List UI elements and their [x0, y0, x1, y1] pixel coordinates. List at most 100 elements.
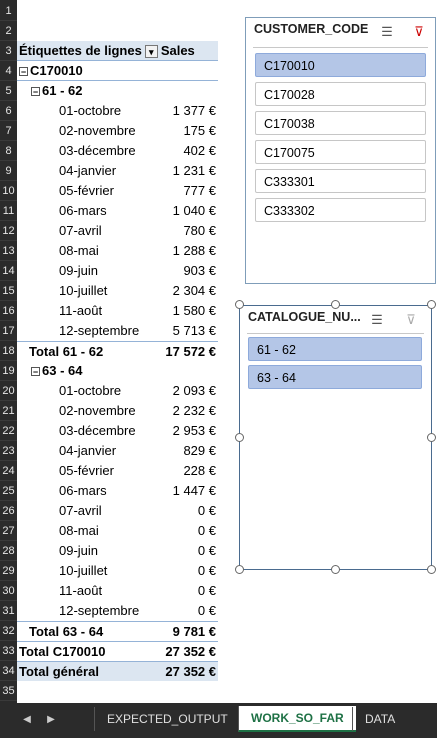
customer-total-row[interactable]: Total C170010 27 352 €	[17, 641, 218, 661]
month-row[interactable]: 10-juillet 2 304 €	[17, 281, 218, 301]
row-number[interactable]: 24	[0, 461, 17, 481]
catalogue-group-row[interactable]: −63 - 64	[17, 361, 218, 381]
resize-handle[interactable]	[235, 300, 244, 309]
row-label: 09-juin	[59, 263, 99, 278]
clear-filter-icon[interactable]: ⊽	[408, 22, 430, 42]
month-row[interactable]: 08-mai 1 288 €	[17, 241, 218, 261]
month-row[interactable]: 05-février 228 €	[17, 461, 218, 481]
month-row[interactable]: 07-avril 0 €	[17, 501, 218, 521]
month-row[interactable]: 09-juin 903 €	[17, 261, 218, 281]
catalogue-group-row[interactable]: −61 - 62	[17, 81, 218, 101]
resize-handle[interactable]	[331, 565, 340, 574]
collapse-icon[interactable]: −	[19, 67, 28, 77]
slicer-item[interactable]: C333302	[255, 198, 426, 222]
month-row[interactable]: 01-octobre 2 093 €	[17, 381, 218, 401]
resize-handle[interactable]	[331, 300, 340, 309]
row-number[interactable]: 13	[0, 241, 17, 261]
row-number[interactable]: 22	[0, 421, 17, 441]
row-number[interactable]: 6	[0, 101, 17, 121]
month-row[interactable]: 04-janvier 1 231 €	[17, 161, 218, 181]
slicer-item[interactable]: C170038	[255, 111, 426, 135]
row-number[interactable]: 23	[0, 441, 17, 461]
row-number[interactable]: 30	[0, 581, 17, 601]
row-number[interactable]: 17	[0, 321, 17, 341]
row-number[interactable]: 20	[0, 381, 17, 401]
slicer-item[interactable]: 61 - 62	[248, 337, 422, 361]
resize-handle[interactable]	[235, 565, 244, 574]
row-number[interactable]: 8	[0, 141, 17, 161]
customer-code-slicer[interactable]: CUSTOMER_CODE ☰ ⊽ C170010 C170028 C170038 C…	[245, 17, 436, 284]
row-number[interactable]: 28	[0, 541, 17, 561]
sheet-tab[interactable]: WORK_SO_FAR	[238, 706, 356, 732]
month-row[interactable]: 08-mai 0 €	[17, 521, 218, 541]
slicer-item[interactable]: C170010	[255, 53, 426, 77]
row-number[interactable]: 4	[0, 61, 17, 81]
row-number[interactable]: 34	[0, 661, 17, 681]
month-row[interactable]: 12-septembre 5 713 €	[17, 321, 218, 341]
row-number[interactable]: 9	[0, 161, 17, 181]
row-number[interactable]: 10	[0, 181, 17, 201]
multi-select-icon[interactable]: ☰	[376, 22, 398, 42]
subtotal-row[interactable]: Total 63 - 64 9 781 €	[17, 621, 218, 641]
right-arrow-icon[interactable]: ▶	[42, 710, 60, 730]
row-number[interactable]: 14	[0, 261, 17, 281]
month-row[interactable]: 02-novembre 175 €	[17, 121, 218, 141]
row-number[interactable]: 19	[0, 361, 17, 381]
resize-handle[interactable]	[235, 433, 244, 442]
month-row[interactable]: 06-mars 1 447 €	[17, 481, 218, 501]
row-number[interactable]: 29	[0, 561, 17, 581]
subtotal-row[interactable]: Total 61 - 62 17 572 €	[17, 341, 218, 361]
month-row[interactable]: 01-octobre 1 377 €	[17, 101, 218, 121]
month-row[interactable]: 04-janvier 829 €	[17, 441, 218, 461]
row-number[interactable]: 16	[0, 301, 17, 321]
clear-filter-icon[interactable]: ⊽	[400, 310, 422, 330]
month-row[interactable]: 07-avril 780 €	[17, 221, 218, 241]
row-number[interactable]: 33	[0, 641, 17, 661]
collapse-icon[interactable]: −	[31, 87, 40, 97]
sheet-tab[interactable]: EXPECTED_OUTPUT	[94, 707, 240, 731]
row-number[interactable]: 26	[0, 501, 17, 521]
collapse-icon[interactable]: −	[31, 367, 40, 377]
customer-row[interactable]: − C170010	[17, 61, 218, 81]
resize-handle[interactable]	[427, 433, 436, 442]
left-arrow-icon[interactable]: ◀	[18, 710, 36, 730]
month-row[interactable]: 03-décembre 402 €	[17, 141, 218, 161]
grand-total-row[interactable]: Total général 27 352 €	[17, 661, 218, 681]
resize-handle[interactable]	[427, 565, 436, 574]
row-number[interactable]: 25	[0, 481, 17, 501]
row-number[interactable]: 1	[0, 1, 17, 21]
month-row[interactable]: 09-juin 0 €	[17, 541, 218, 561]
row-number[interactable]: 27	[0, 521, 17, 541]
multi-select-icon[interactable]: ☰	[366, 310, 388, 330]
row-number[interactable]: 11	[0, 201, 17, 221]
slicer-item[interactable]: 63 - 64	[248, 365, 422, 389]
month-row[interactable]: 02-novembre 2 232 €	[17, 401, 218, 421]
month-row[interactable]: 10-juillet 0 €	[17, 561, 218, 581]
month-row[interactable]: 11-août 0 €	[17, 581, 218, 601]
slicer-item[interactable]: C333301	[255, 169, 426, 193]
month-row[interactable]: 05-février 777 €	[17, 181, 218, 201]
row-number[interactable]: 12	[0, 221, 17, 241]
resize-handle[interactable]	[427, 300, 436, 309]
slicer-item[interactable]: C170075	[255, 140, 426, 164]
row-number[interactable]: 5	[0, 81, 17, 101]
month-row[interactable]: 11-août 1 580 €	[17, 301, 218, 321]
row-number[interactable]: 2	[0, 21, 17, 41]
row-number[interactable]: 21	[0, 401, 17, 421]
row-number[interactable]: 7	[0, 121, 17, 141]
row-number[interactable]: 32	[0, 621, 17, 641]
sales-value: 1 580 €	[172, 303, 216, 318]
sheet-tab[interactable]: DATA	[352, 707, 407, 731]
row-number[interactable]: 15	[0, 281, 17, 301]
row-number[interactable]: 31	[0, 601, 17, 621]
month-row[interactable]: 03-décembre 2 953 €	[17, 421, 218, 441]
slicer-item[interactable]: C170028	[255, 82, 426, 106]
month-row[interactable]: 12-septembre 0 €	[17, 601, 218, 621]
month-row[interactable]: 06-mars 1 040 €	[17, 201, 218, 221]
row-number[interactable]: 35	[0, 681, 17, 701]
pivot-header-row[interactable]: Étiquettes de lignes ▾ Sales	[17, 41, 218, 61]
filter-dropdown-icon[interactable]: ▾	[144, 45, 158, 59]
row-number[interactable]: 3	[0, 41, 17, 61]
catalogue-number-slicer[interactable]: CATALOGUE_NU... ☰ ⊽ 61 - 62 63 - 64	[239, 305, 432, 570]
row-number[interactable]: 18	[0, 341, 17, 361]
